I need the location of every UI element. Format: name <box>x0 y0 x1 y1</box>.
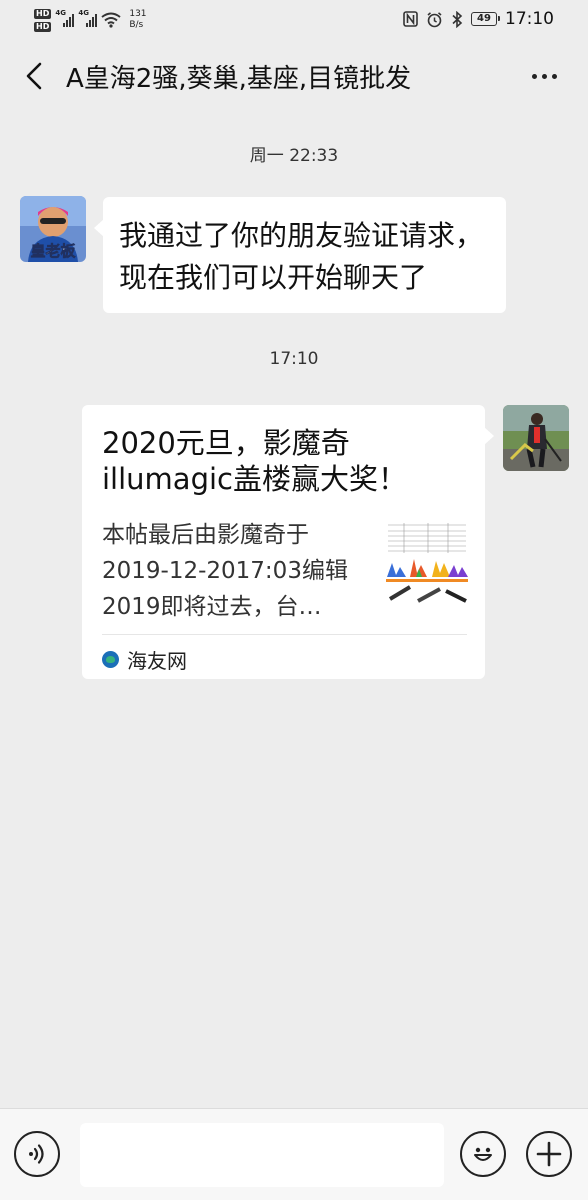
divider <box>102 634 467 635</box>
source-name: 海友网 <box>127 648 187 673</box>
chat-screen: HD HD 4G 4G 131 B/s 49 17:10 A皇海2骚,葵巢,基座… <box>0 0 588 1200</box>
wifi-icon <box>101 12 121 28</box>
alarm-icon <box>427 11 442 27</box>
hd-badge: HD <box>34 8 52 19</box>
more-horizontal-icon <box>531 73 537 79</box>
message-timestamp: 17:10 <box>269 349 319 369</box>
avatar-image: 皇老板 <box>20 196 86 262</box>
voice-button[interactable] <box>14 1131 60 1177</box>
signal-icon: 4G <box>78 9 98 27</box>
emoji-button[interactable] <box>460 1131 506 1177</box>
svg-text:皇老板: 皇老板 <box>30 242 76 260</box>
back-button[interactable] <box>16 54 52 98</box>
input-bar <box>0 1108 588 1200</box>
status-time: 17:10 <box>505 9 554 29</box>
chat-title: A皇海2骚,葵巢,基座,目镜批发 <box>66 64 412 94</box>
network-speed: 131 B/s <box>129 9 147 30</box>
chevron-left-icon <box>26 62 42 90</box>
hd-badge: HD <box>34 21 52 32</box>
voice-icon <box>29 1144 44 1164</box>
status-bar: HD HD 4G 4G 131 B/s 49 17:10 <box>0 0 588 40</box>
message-bubble-incoming[interactable]: 我通过了你的朋友验证请求， 现在我们可以开始聊天了 <box>94 197 506 313</box>
message-text: 我通过了你的朋友验证请求， <box>119 219 484 252</box>
thumbnail-image <box>384 519 470 605</box>
link-card-description: 本帖最后由影魔奇于 2019-12-2017:03编辑 2019即将过去，台… <box>102 522 348 620</box>
link-card-title: 2020元旦，影魔奇illumagic盖楼赢大奖！ <box>102 426 407 496</box>
more-button[interactable] <box>526 60 562 92</box>
message-timestamp: 周一 22:33 <box>249 146 339 166</box>
link-card-message[interactable]: 2020元旦，影魔奇illumagic盖楼赢大奖！ 本帖最后由影魔奇于 2019… <box>82 405 494 679</box>
link-card-source: 海友网 <box>102 645 187 673</box>
nfc-icon <box>403 11 418 27</box>
battery-icon: 49 <box>471 12 500 26</box>
my-avatar[interactable] <box>503 405 569 471</box>
link-card-thumbnail <box>384 519 470 605</box>
emoji-icon <box>474 1147 492 1161</box>
message-input[interactable] <box>80 1123 444 1187</box>
avatar-image <box>503 405 569 471</box>
source-logo-icon <box>102 650 119 668</box>
title-bar: A皇海2骚,葵巢,基座,目镜批发 <box>0 40 588 112</box>
contact-avatar[interactable]: 皇老板 <box>20 196 86 262</box>
more-functions-button[interactable] <box>526 1131 572 1177</box>
message-text: 现在我们可以开始聊天了 <box>119 261 428 294</box>
bluetooth-icon <box>452 10 463 28</box>
signal-icon: 4G <box>55 9 75 27</box>
plus-icon <box>536 1141 562 1167</box>
